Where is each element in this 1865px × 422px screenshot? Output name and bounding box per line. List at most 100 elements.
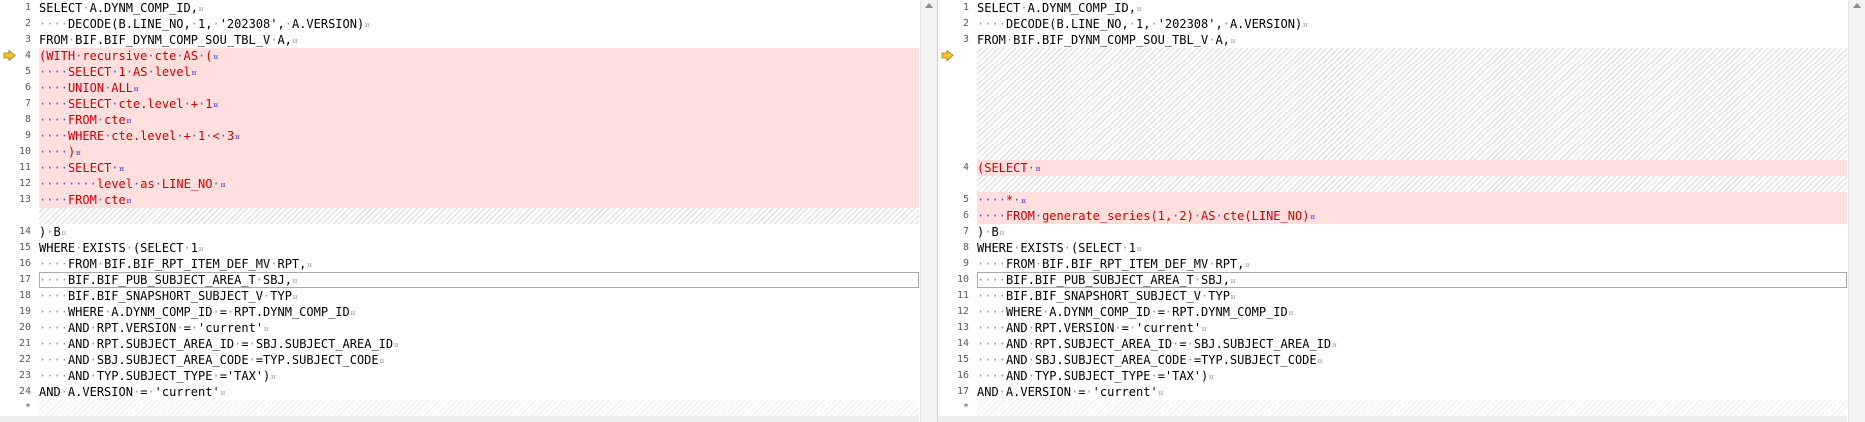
code-text[interactable]: ····DECODE(B.LINE_NO,·1,·'202308',·A.VER… <box>39 16 919 32</box>
diff-changed-line[interactable]: 11 ····SELECT·¤ <box>0 160 919 176</box>
diff-gap-line[interactable] <box>938 48 1847 64</box>
diff-changed-line[interactable]: 9 ····WHERE·cte.level·+·1·<·3¤ <box>0 128 919 144</box>
code-text[interactable]: ····AND·RPT.SUBJECT_AREA_ID·=·SBJ.SUBJEC… <box>39 336 919 352</box>
code-text[interactable]: ····SELECT·¤ <box>39 160 919 176</box>
code-line[interactable]: 9 ····FROM·BIF.BIF_RPT_ITEM_DEF_MV·RPT,¤ <box>938 256 1847 272</box>
code-text[interactable]: AND·A.VERSION·=·'current'¤ <box>39 384 919 400</box>
scroll-up-arrow-icon[interactable] <box>1853 3 1861 8</box>
code-line[interactable]: 18 ····BIF.BIF_SNAPSHORT_SUBJECT_V·TYP¤ <box>0 288 919 304</box>
code-line[interactable]: 8 WHERE·EXISTS·(SELECT·1¤ <box>938 240 1847 256</box>
code-line[interactable]: 16 ····FROM·BIF.BIF_RPT_ITEM_DEF_MV·RPT,¤ <box>0 256 919 272</box>
diff-gap-line[interactable] <box>938 112 1847 128</box>
code-text[interactable]: ········level·as·LINE_NO·¤ <box>39 176 919 192</box>
code-text[interactable]: ····WHERE·A.DYNM_COMP_ID·=·RPT.DYNM_COMP… <box>39 304 919 320</box>
code-line[interactable]: 17 ····BIF.BIF_PUB_SUBJECT_AREA_T·SBJ,¤ <box>0 272 919 288</box>
code-text[interactable]: ····DECODE(B.LINE_NO,·1,·'202308',·A.VER… <box>977 16 1847 32</box>
code-line[interactable]: 20 ····AND·RPT.VERSION·=·'current'¤ <box>0 320 919 336</box>
code-text[interactable]: FROM·BIF.BIF_DYNM_COMP_SOU_TBL_V·A,¤ <box>39 32 919 48</box>
code-line[interactable]: 11 ····BIF.BIF_SNAPSHORT_SUBJECT_V·TYP¤ <box>938 288 1847 304</box>
diff-changed-line[interactable]: 13 ····FROM·cte¤ <box>0 192 919 208</box>
code-line[interactable]: 14 ····AND·RPT.SUBJECT_AREA_ID·=·SBJ.SUBJ… <box>938 336 1847 352</box>
diff-arrow-marker-icon[interactable] <box>941 50 954 61</box>
code-text[interactable]: )·B¤ <box>39 224 919 240</box>
left-horizontal-scrollbar[interactable] <box>0 416 919 422</box>
code-text[interactable] <box>977 112 1847 128</box>
diff-changed-line[interactable]: 10 ····)¤ <box>0 144 919 160</box>
code-text[interactable] <box>977 80 1847 96</box>
code-text[interactable]: ····FROM·cte¤ <box>39 112 919 128</box>
code-text[interactable]: ····WHERE·cte.level·+·1·<·3¤ <box>39 128 919 144</box>
code-text[interactable]: ····BIF.BIF_PUB_SUBJECT_AREA_T·SBJ,¤ <box>977 272 1847 288</box>
code-text[interactable]: ····BIF.BIF_SNAPSHORT_SUBJECT_V·TYP¤ <box>977 288 1847 304</box>
diff-changed-line[interactable]: 4 (WITH·recursive·cte·AS·(¤ <box>0 48 919 64</box>
code-text[interactable]: FROM·BIF.BIF_DYNM_COMP_SOU_TBL_V·A,¤ <box>977 32 1847 48</box>
code-text[interactable]: ····WHERE·A.DYNM_COMP_ID·=·RPT.DYNM_COMP… <box>977 304 1847 320</box>
diff-changed-line[interactable]: 12 ········level·as·LINE_NO·¤ <box>0 176 919 192</box>
code-line[interactable]: 10 ····BIF.BIF_PUB_SUBJECT_AREA_T·SBJ,¤ <box>938 272 1847 288</box>
code-line[interactable]: 3 FROM·BIF.BIF_DYNM_COMP_SOU_TBL_V·A,¤ <box>938 32 1847 48</box>
code-text[interactable] <box>39 208 919 224</box>
code-text[interactable]: ····BIF.BIF_PUB_SUBJECT_AREA_T·SBJ,¤ <box>39 272 919 288</box>
diff-changed-line[interactable]: 7 ····SELECT·cte.level·+·1¤ <box>0 96 919 112</box>
code-text[interactable]: ····FROM·cte¤ <box>39 192 919 208</box>
code-text[interactable] <box>977 144 1847 160</box>
code-line[interactable]: 23 ····AND·TYP.SUBJECT_TYPE·='TAX')¤ <box>0 368 919 384</box>
code-line[interactable]: 19 ····WHERE·A.DYNM_COMP_ID·=·RPT.DYNM_CO… <box>0 304 919 320</box>
code-line[interactable]: 2 ····DECODE(B.LINE_NO,·1,·'202308',·A.VE… <box>938 16 1847 32</box>
code-text[interactable]: ····FROM·BIF.BIF_RPT_ITEM_DEF_MV·RPT,¤ <box>39 256 919 272</box>
diff-changed-line[interactable]: 5 ····SELECT·1·AS·level¤ <box>0 64 919 80</box>
code-text[interactable] <box>977 96 1847 112</box>
code-text[interactable]: ····AND·RPT.VERSION·=·'current'¤ <box>977 320 1847 336</box>
code-text[interactable]: ····FROM·generate_series(1,·2)·AS·cte(LI… <box>977 208 1847 224</box>
code-line[interactable]: 2 ····DECODE(B.LINE_NO,·1,·'202308',·A.VE… <box>0 16 919 32</box>
diff-changed-line[interactable]: 4 (SELECT·¤ <box>938 160 1847 176</box>
code-text[interactable]: WHERE·EXISTS·(SELECT·1¤ <box>977 240 1847 256</box>
code-line[interactable]: 16 ····AND·TYP.SUBJECT_TYPE·='TAX')¤ <box>938 368 1847 384</box>
code-line[interactable]: 15 ····AND·SBJ.SUBJECT_AREA_CODE·=TYP.SUB… <box>938 352 1847 368</box>
code-line[interactable]: 1 SELECT·A.DYNM_COMP_ID,¤ <box>938 0 1847 16</box>
code-text[interactable]: ····AND·TYP.SUBJECT_TYPE·='TAX')¤ <box>39 368 919 384</box>
code-text[interactable]: AND·A.VERSION·=·'current'¤ <box>977 384 1847 400</box>
diff-changed-line[interactable]: 5 ····*·¤ <box>938 192 1847 208</box>
code-line[interactable]: 7)·B¤ <box>938 224 1847 240</box>
code-line[interactable]: * <box>938 400 1847 416</box>
code-line[interactable]: 17 AND·A.VERSION·=·'current'¤ <box>938 384 1847 400</box>
diff-gap-line[interactable] <box>938 128 1847 144</box>
code-text[interactable]: (WITH·recursive·cte·AS·(¤ <box>39 48 919 64</box>
code-line[interactable]: 22 ····AND·SBJ.SUBJECT_AREA_CODE·=TYP.SUB… <box>0 352 919 368</box>
code-text[interactable]: ····*·¤ <box>977 192 1847 208</box>
code-text[interactable] <box>977 64 1847 80</box>
right-code-lines[interactable]: 1 SELECT·A.DYNM_COMP_ID,¤ 2 ····DECODE(B.LI… <box>938 0 1847 416</box>
diff-gap-line[interactable] <box>938 96 1847 112</box>
right-horizontal-scrollbar[interactable] <box>938 416 1847 422</box>
code-line[interactable]: * <box>0 400 919 416</box>
right-vertical-scrollbar[interactable] <box>1848 0 1865 422</box>
code-text[interactable]: SELECT·A.DYNM_COMP_ID,¤ <box>977 0 1847 16</box>
code-line[interactable]: 21 ····AND·RPT.SUBJECT_AREA_ID·=·SBJ.SUBJ… <box>0 336 919 352</box>
code-text[interactable]: ····UNION·ALL¤ <box>39 80 919 96</box>
code-text[interactable]: ····AND·SBJ.SUBJECT_AREA_CODE·=TYP.SUBJE… <box>977 352 1847 368</box>
diff-gap-line[interactable] <box>938 144 1847 160</box>
code-text[interactable]: ····FROM·BIF.BIF_RPT_ITEM_DEF_MV·RPT,¤ <box>977 256 1847 272</box>
code-text[interactable] <box>977 176 1847 192</box>
code-text[interactable]: (SELECT·¤ <box>977 160 1847 176</box>
code-text[interactable]: ····AND·RPT.VERSION·=·'current'¤ <box>39 320 919 336</box>
code-text[interactable]: ····AND·RPT.SUBJECT_AREA_ID·=·SBJ.SUBJEC… <box>977 336 1847 352</box>
code-line[interactable]: 24 AND·A.VERSION·=·'current'¤ <box>0 384 919 400</box>
code-text[interactable]: WHERE·EXISTS·(SELECT·1¤ <box>39 240 919 256</box>
diff-gap-line[interactable] <box>938 80 1847 96</box>
diff-changed-line[interactable]: 8 ····FROM·cte¤ <box>0 112 919 128</box>
scroll-up-arrow-icon[interactable] <box>925 3 933 8</box>
diff-gap-line[interactable] <box>938 176 1847 192</box>
left-code-lines[interactable]: 1 SELECT·A.DYNM_COMP_ID,¤ 2 ····DECODE(B.LI… <box>0 0 919 416</box>
code-text[interactable]: ····AND·SBJ.SUBJECT_AREA_CODE·=TYP.SUBJE… <box>39 352 919 368</box>
code-text[interactable]: ····AND·TYP.SUBJECT_TYPE·='TAX')¤ <box>977 368 1847 384</box>
code-line[interactable]: 1 SELECT·A.DYNM_COMP_ID,¤ <box>0 0 919 16</box>
diff-gap-line[interactable] <box>938 64 1847 80</box>
code-text[interactable] <box>977 128 1847 144</box>
diff-changed-line[interactable]: 6 ····FROM·generate_series(1,·2)·AS·cte(L… <box>938 208 1847 224</box>
code-text[interactable]: SELECT·A.DYNM_COMP_ID,¤ <box>39 0 919 16</box>
diff-arrow-marker-icon[interactable] <box>3 50 16 61</box>
code-text[interactable]: )·B¤ <box>977 224 1847 240</box>
code-text[interactable]: ····SELECT·1·AS·level¤ <box>39 64 919 80</box>
